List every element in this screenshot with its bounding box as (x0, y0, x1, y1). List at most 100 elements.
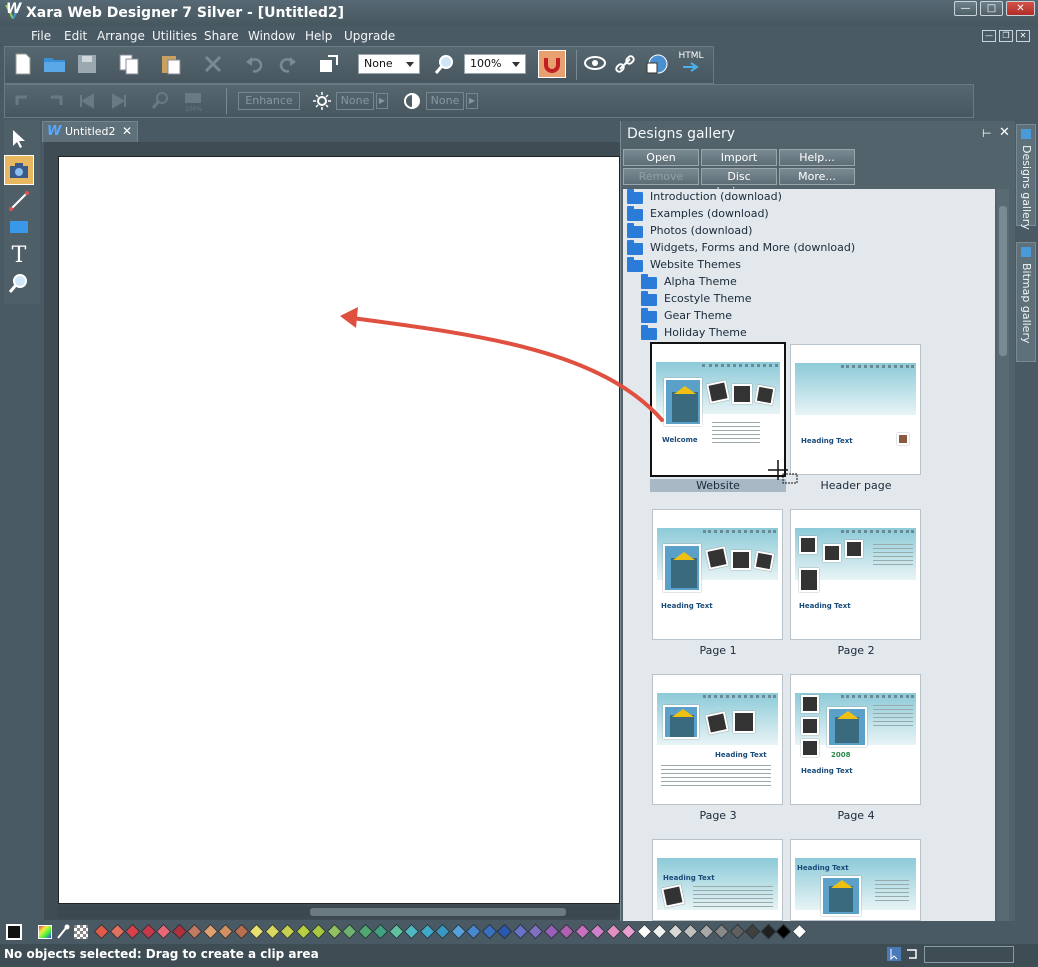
folder-icon (641, 274, 657, 289)
brightness-arrow-icon[interactable]: ▶ (376, 93, 388, 109)
no-color-swatch[interactable] (6, 924, 22, 940)
thumb-text-lines (693, 886, 773, 910)
delete-icon[interactable] (200, 51, 226, 77)
thumb-photo (705, 546, 729, 570)
snap-icon[interactable] (904, 946, 920, 962)
close-tab-icon[interactable]: ✕ (122, 124, 132, 138)
zoom-percent-value: 100% (470, 57, 502, 70)
select-inside-icon[interactable] (886, 946, 902, 962)
design-thumbnail-page-5[interactable]: Heading Text (652, 839, 783, 921)
design-thumbnail-website[interactable]: Welcome (650, 342, 786, 477)
contrast-arrow-icon[interactable]: ▶ (466, 93, 478, 109)
enhance-button[interactable]: Enhance (238, 92, 300, 110)
design-thumbnail-page-3[interactable]: Heading Text (652, 674, 783, 805)
doc-minimize-button[interactable]: — (982, 30, 996, 42)
doc-close-button[interactable]: ✕ (1016, 30, 1030, 42)
photo-tool-icon[interactable] (4, 155, 34, 185)
menu-file[interactable]: File (31, 29, 51, 43)
zoom-1-to-1-icon[interactable] (148, 88, 174, 114)
link-icon[interactable] (612, 51, 638, 77)
transparent-swatch[interactable] (74, 925, 88, 939)
menu-arrange[interactable]: Arrange (97, 29, 145, 43)
gallery-disc-designs-button[interactable]: Disc designs... (701, 168, 777, 198)
gallery-remove-button[interactable]: Remove (623, 168, 699, 185)
document-page[interactable] (58, 156, 620, 904)
thumb-text-lines (873, 705, 913, 729)
rotate-right-icon[interactable] (42, 88, 68, 114)
toolbar-divider (226, 88, 227, 114)
menu-share[interactable]: Share (204, 29, 239, 43)
thumb-photo (801, 695, 819, 713)
menu-edit[interactable]: Edit (64, 29, 87, 43)
document-menu-icon[interactable]: W (6, 1, 21, 17)
design-thumbnail-page-2[interactable]: Heading Text (790, 509, 921, 640)
brightness-field[interactable]: None (336, 92, 374, 110)
menu-window[interactable]: Window (248, 29, 295, 43)
window-title: Xara Web Designer 7 Silver - [Untitled2] (26, 5, 345, 21)
gallery-open-button[interactable]: Open (623, 149, 699, 166)
design-thumbnail-page-1[interactable]: Heading Text (652, 509, 783, 640)
maximize-button[interactable]: □ (980, 1, 1003, 16)
folder-label: Gear Theme (664, 309, 732, 322)
new-document-icon[interactable] (10, 51, 36, 77)
preview-icon[interactable] (582, 51, 608, 77)
thumbnail-caption: Page 3 (699, 809, 737, 822)
thumb-heading: Heading Text (801, 767, 853, 775)
pin-icon[interactable]: ⊢ (982, 127, 992, 140)
color-picker-icon[interactable] (56, 924, 70, 940)
copy-icon[interactable] (116, 51, 142, 77)
snap-magnet-icon[interactable] (538, 50, 566, 78)
text-tool-icon[interactable]: T (4, 240, 34, 270)
zoom-100-icon[interactable]: 100% (180, 88, 206, 114)
save-icon[interactable] (74, 51, 100, 77)
status-info-field (924, 946, 1014, 963)
tab-bitmap-gallery[interactable]: Bitmap gallery (1016, 242, 1036, 362)
first-frame-icon[interactable] (74, 88, 100, 114)
zoom-mode-dropdown[interactable]: None (358, 54, 420, 74)
close-window-button[interactable]: ✕ (1006, 1, 1035, 16)
zoom-percent-dropdown[interactable]: 100% (464, 54, 526, 74)
open-folder-icon[interactable] (42, 51, 68, 77)
design-thumbnail-page-6[interactable]: Heading Text (790, 839, 921, 921)
thumb-hut (670, 709, 694, 737)
zoom-icon[interactable] (432, 51, 458, 77)
thumb-photo (823, 544, 841, 562)
thumb-nav (841, 530, 914, 535)
rectangle-tool-icon[interactable] (4, 212, 34, 242)
menu-upgrade[interactable]: Upgrade (344, 29, 395, 43)
rotate-left-icon[interactable] (10, 88, 36, 114)
thumb-nav (841, 695, 914, 700)
design-thumbnail-page-4[interactable]: 2008 Heading Text (790, 674, 921, 805)
undo-icon[interactable] (242, 51, 268, 77)
redo-icon[interactable] (274, 51, 300, 77)
close-gallery-icon[interactable]: ✕ (999, 125, 1010, 140)
thumb-text-lines (873, 544, 913, 568)
doc-restore-button[interactable]: ❐ (999, 30, 1013, 42)
gallery-import-button[interactable]: Import (701, 149, 777, 166)
menu-help[interactable]: Help (305, 29, 332, 43)
menu-utilities[interactable]: Utilities (152, 29, 197, 43)
toolbar-divider (576, 50, 577, 80)
selector-tool-icon[interactable] (4, 124, 34, 154)
color-editor-icon[interactable] (38, 925, 52, 939)
scrollbar-thumb[interactable] (310, 908, 566, 916)
tab-designs-gallery[interactable]: Designs gallery (1016, 124, 1036, 230)
paste-icon[interactable] (158, 51, 184, 77)
web-properties-icon[interactable] (644, 51, 670, 77)
gallery-more-button[interactable]: More... (779, 168, 855, 185)
scrollbar-thumb[interactable] (999, 206, 1007, 356)
last-frame-icon[interactable] (106, 88, 132, 114)
export-html-icon[interactable]: HTML (676, 49, 706, 75)
zoom-tool-icon[interactable] (4, 268, 34, 298)
design-thumbnail-header-page[interactable]: Heading Text (790, 344, 921, 475)
gallery-help-button[interactable]: Help... (779, 149, 855, 166)
chevron-down-icon (406, 62, 414, 67)
thumbnail-caption: Page 2 (837, 644, 875, 657)
zoom-to-page-icon[interactable] (316, 51, 342, 77)
contrast-field[interactable]: None (426, 92, 464, 110)
gallery-icon (1021, 129, 1031, 139)
minimize-button[interactable]: — (954, 1, 977, 16)
thumb-photo (732, 384, 752, 404)
folder-icon (627, 189, 643, 204)
contrast-icon (402, 89, 422, 113)
